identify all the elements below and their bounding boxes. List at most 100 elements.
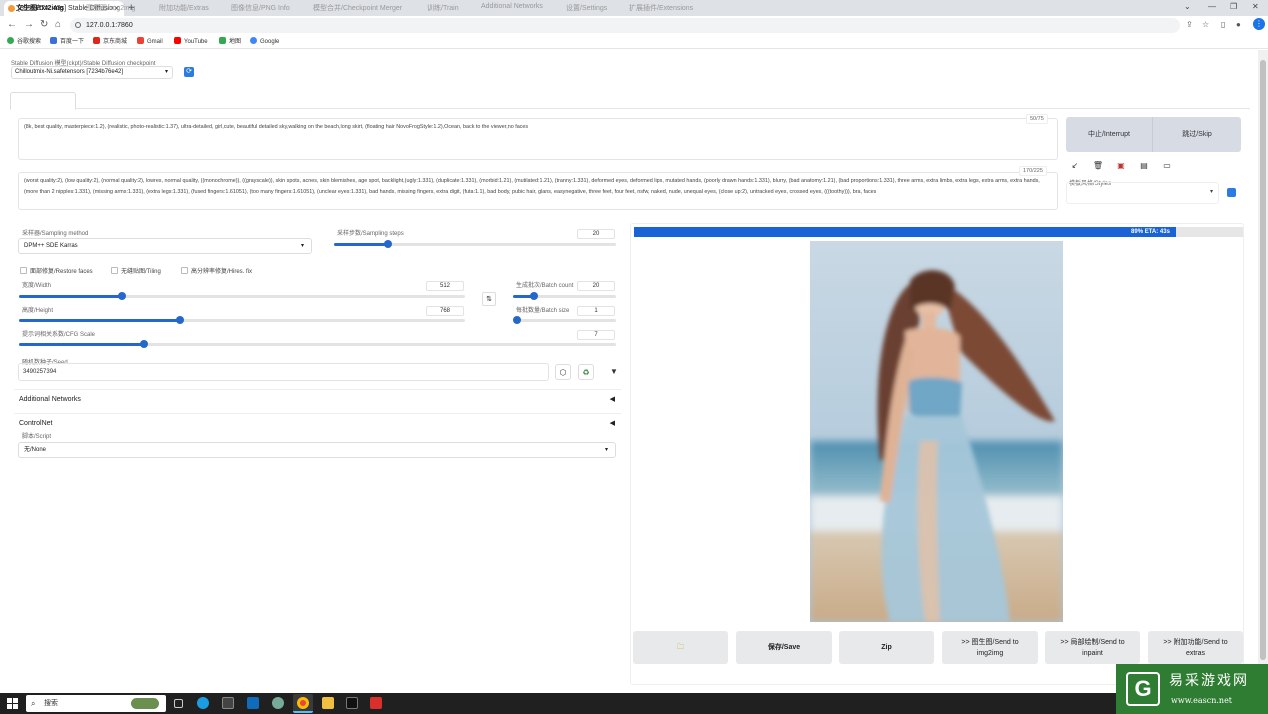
reload-icon[interactable]: ↻ — [40, 19, 48, 31]
height-slider[interactable] — [19, 316, 465, 325]
windows-start-icon[interactable] — [7, 698, 18, 709]
send-to-inpaint-button[interactable]: >> 局部绘制/Send to inpaint — [1045, 631, 1140, 664]
edge-icon[interactable] — [197, 697, 209, 709]
checkbox-box[interactable] — [20, 267, 27, 274]
bookmark-item[interactable]: Google — [250, 37, 279, 47]
chevron-down-icon[interactable]: ⌄ — [1184, 2, 1191, 11]
swap-dimensions-button[interactable]: ⇅ — [482, 292, 496, 306]
site-info-icon[interactable] — [75, 22, 81, 28]
forward-icon[interactable]: → — [24, 19, 34, 31]
dice-icon[interactable]: ⬡ — [555, 364, 571, 380]
cfg-number[interactable]: 7 — [577, 330, 615, 340]
file-explorer-icon[interactable] — [322, 697, 334, 709]
width-number[interactable]: 512 — [426, 281, 464, 291]
scrollbar-thumb[interactable] — [1260, 60, 1266, 660]
tab-checkpoint-merger[interactable]: 模型合并/Checkpoint Merger — [313, 3, 402, 13]
store-icon[interactable] — [222, 697, 234, 709]
trash-icon[interactable]: 🗑 — [1092, 160, 1104, 172]
restore-faces-checkbox[interactable]: 面部修复/Restore faces — [20, 266, 93, 275]
refresh-checkpoint-button[interactable]: ⟳ — [184, 67, 194, 77]
clipboard-icon[interactable]: ▤ — [1138, 160, 1150, 172]
tab-train[interactable]: 训练/Train — [427, 3, 459, 13]
minimize-icon[interactable]: — — [1208, 2, 1216, 11]
sampler-select[interactable]: DPM++ SDE Karras ▾ — [18, 238, 312, 254]
address-bar[interactable]: 127.0.0.1:7860 — [70, 18, 1180, 33]
app-icon[interactable] — [272, 697, 284, 709]
zip-button[interactable]: Zip — [839, 631, 934, 664]
script-select[interactable]: 无/None ▾ — [18, 442, 616, 458]
negative-prompt-textarea[interactable]: (worst quality:2), (low quality:2), (nor… — [18, 172, 1058, 210]
chrome-taskbar-icon[interactable] — [293, 694, 313, 713]
checkpoint-select[interactable]: Chilloutmix-Ni.safetensors [7234b76e42] … — [11, 66, 173, 79]
bookmark-item[interactable]: YouTube — [174, 37, 208, 47]
steps-number[interactable]: 20 — [577, 229, 615, 239]
checkbox-box[interactable] — [111, 267, 118, 274]
tab-extensions[interactable]: 扩展插件/Extensions — [629, 3, 693, 13]
width-slider[interactable] — [19, 292, 465, 301]
tab-img2img[interactable]: 图生图/img2img — [86, 3, 135, 13]
styles-select[interactable]: ▾ — [1066, 182, 1219, 204]
open-folder-button[interactable]: 🗀 — [633, 631, 728, 664]
slider-knob[interactable] — [513, 316, 521, 324]
wps-icon[interactable] — [370, 697, 382, 709]
slider-knob[interactable] — [117, 292, 126, 300]
save-style-icon[interactable]: ▭ — [1161, 160, 1173, 172]
batch-size-slider[interactable] — [513, 316, 616, 325]
red-book-icon[interactable]: ▣ — [1115, 160, 1127, 172]
batch-count-slider[interactable] — [513, 292, 616, 301]
tab-png-info[interactable]: 图像信息/PNG Info — [231, 3, 290, 13]
terminal-icon[interactable] — [346, 697, 358, 709]
slider-knob[interactable] — [529, 292, 538, 300]
share-icon[interactable]: ⇪ — [1186, 20, 1193, 29]
close-window-icon[interactable]: ✕ — [1252, 2, 1259, 11]
hires-fix-checkbox[interactable]: 高分辨率修复/Hires. fix — [181, 266, 252, 275]
mail-icon[interactable] — [247, 697, 259, 709]
refresh-styles-button[interactable] — [1227, 188, 1236, 197]
seed-input[interactable]: 3490257394 — [18, 363, 549, 381]
tab-txt2img[interactable]: 文生图/txt2img — [16, 3, 64, 13]
address-bar-row: ← → ↻ ⌂ 127.0.0.1:7860 ⇪ ☆ ▯ ● ⋮ — [0, 16, 1268, 35]
progress-text: 89% ETA: 43s — [1131, 229, 1170, 235]
batch-size-number[interactable]: 1 — [577, 306, 615, 316]
task-view-icon[interactable] — [174, 699, 183, 708]
slider-knob[interactable] — [383, 240, 392, 248]
recycle-icon[interactable]: ♻ — [578, 364, 594, 380]
back-icon[interactable]: ← — [7, 19, 17, 31]
star-icon[interactable]: ☆ — [1202, 20, 1209, 29]
tab-settings[interactable]: 设置/Settings — [566, 3, 607, 13]
cfg-slider[interactable] — [19, 340, 616, 349]
tiling-checkbox[interactable]: 无缝贴图/Tiling — [111, 266, 161, 275]
send-to-extras-button[interactable]: >> 附加功能/Send to extras — [1148, 631, 1243, 664]
height-number[interactable]: 768 — [426, 306, 464, 316]
generated-image-preview[interactable] — [810, 241, 1063, 622]
tab-additional-networks[interactable]: Additional Networks — [481, 3, 543, 10]
maximize-icon[interactable]: ❐ — [1230, 2, 1237, 11]
bookmark-item[interactable]: 地图 — [219, 37, 241, 47]
additional-networks-accordion[interactable]: Additional Networks ◀ — [14, 389, 621, 409]
bookmark-item[interactable]: 京东商城 — [93, 37, 127, 47]
page-scrollbar[interactable] — [1258, 50, 1268, 693]
tab-extras[interactable]: 附加功能/Extras — [159, 3, 209, 13]
save-button[interactable]: 保存/Save — [736, 631, 832, 664]
checkbox-box[interactable] — [181, 267, 188, 274]
taskbar-search-input[interactable]: ⌕ 搜索 — [26, 695, 166, 712]
menu-icon[interactable]: ⋮ — [1253, 18, 1265, 30]
sidebar-icon[interactable]: ▯ — [1221, 20, 1225, 29]
skip-button[interactable]: 跳过/Skip — [1153, 117, 1241, 152]
profile-icon[interactable]: ● — [1236, 20, 1241, 29]
bookmark-item[interactable]: Gmail — [137, 37, 163, 47]
bookmark-item[interactable]: 谷歌搜索 — [7, 37, 41, 47]
arrow-icon[interactable]: ↙ — [1069, 160, 1081, 172]
home-icon[interactable]: ⌂ — [55, 19, 61, 31]
slider-knob[interactable] — [175, 316, 184, 324]
send-to-img2img-button[interactable]: >> 图生图/Send to img2img — [942, 631, 1038, 664]
controlnet-accordion[interactable]: ControlNet ◀ — [14, 413, 621, 433]
prompt-textarea[interactable]: (8k, best quality, masterpiece:1.2), (re… — [18, 118, 1058, 160]
seed-extra-toggle-icon[interactable]: ▼ — [606, 364, 622, 380]
bookmark-item[interactable]: 百度一下 — [50, 37, 84, 47]
batch-count-number[interactable]: 20 — [577, 281, 615, 291]
steps-slider[interactable] — [334, 240, 616, 249]
interrupt-button[interactable]: 中止/Interrupt — [1066, 117, 1153, 152]
slider-track[interactable] — [513, 319, 616, 322]
slider-knob[interactable] — [140, 340, 149, 348]
